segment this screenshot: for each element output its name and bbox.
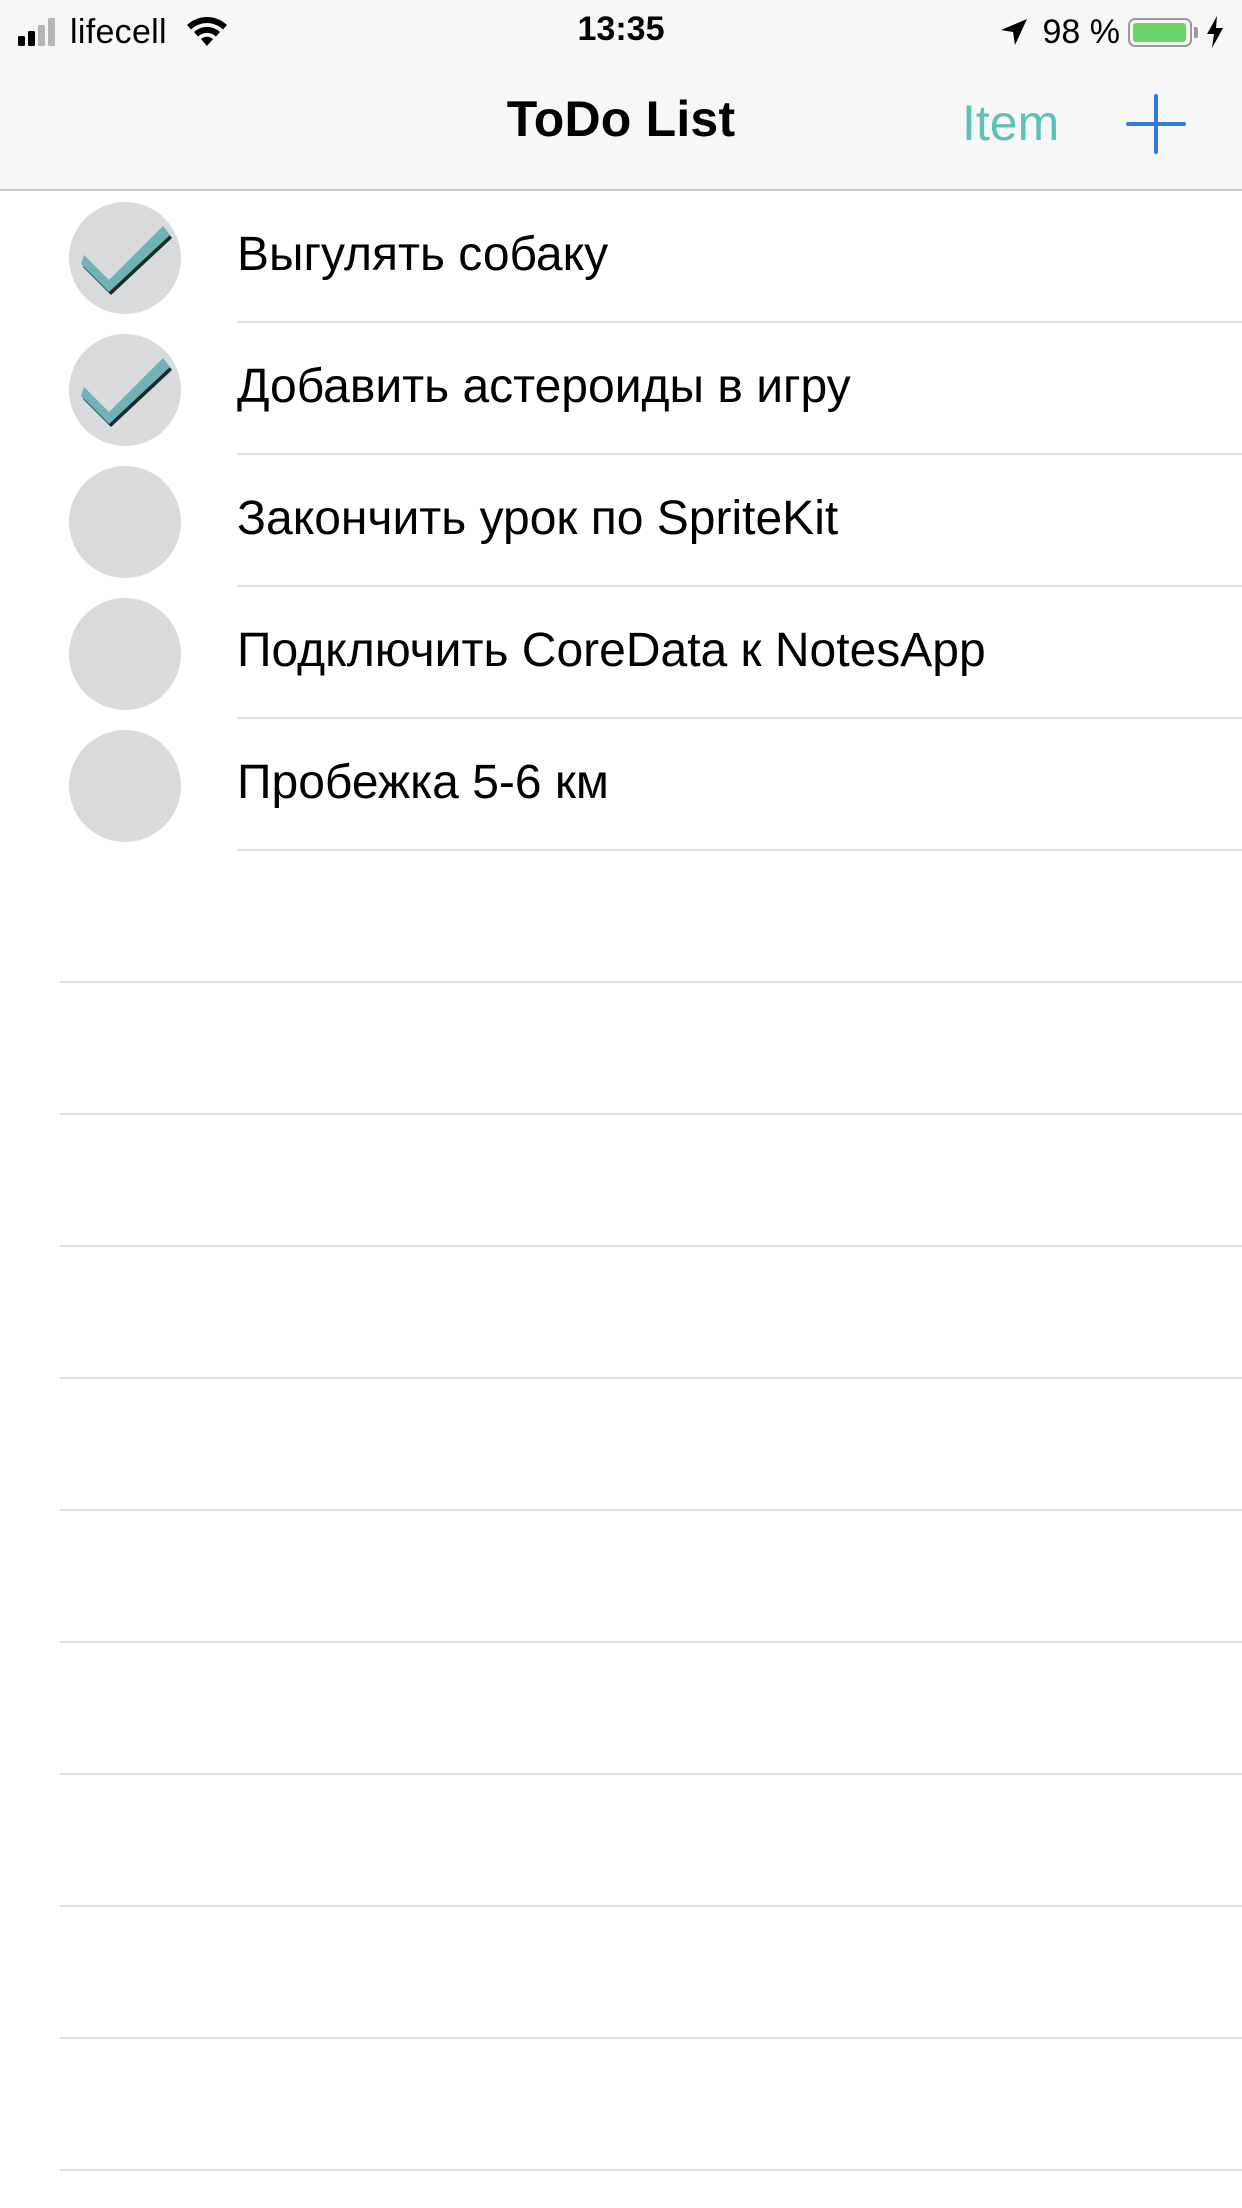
todo-label: Подключить CoreData к NotesApp [237, 624, 986, 677]
empty-row [0, 1247, 1242, 1379]
todo-row[interactable]: Пробежка 5-6 км [0, 719, 1242, 851]
todo-row[interactable]: Подключить CoreData к NotesApp [0, 587, 1242, 719]
battery-percent: 98 % [1042, 12, 1121, 51]
todo-label: Выгулять собаку [237, 228, 609, 281]
unchecked-circle[interactable] [69, 598, 181, 710]
todo-label: Закончить урок по SpriteKit [237, 492, 839, 545]
unchecked-circle[interactable] [69, 730, 181, 842]
todo-label: Добавить астероиды в игру [237, 360, 851, 413]
todo-list: Выгулять собаку Добавить астероиды в игру… [0, 191, 1242, 2171]
empty-row [0, 1775, 1242, 1907]
todo-row[interactable]: Выгулять собаку [0, 191, 1242, 323]
item-button[interactable]: Item [962, 94, 1059, 152]
charging-bolt-icon [1207, 16, 1223, 48]
empty-row [0, 1643, 1242, 1775]
battery-cap [1194, 26, 1198, 38]
status-right: 98 % [999, 12, 1225, 52]
empty-row [0, 1115, 1242, 1247]
empty-row [0, 1379, 1242, 1511]
unchecked-circle[interactable] [69, 466, 181, 578]
navigation-bar: ToDo List Item [0, 62, 1242, 191]
battery-fill [1133, 22, 1186, 42]
checkmark-icon [81, 226, 172, 295]
todo-row[interactable]: Закончить урок по SpriteKit [0, 455, 1242, 587]
checked-circle[interactable] [69, 202, 181, 314]
todo-row[interactable]: Добавить астероиды в игру [0, 323, 1242, 455]
checkmark-icon [81, 358, 172, 427]
plus-icon [1126, 94, 1186, 154]
empty-row [0, 1511, 1242, 1643]
battery-icon [1128, 17, 1192, 47]
empty-row [0, 2039, 1242, 2171]
empty-row [0, 851, 1242, 983]
location-arrow-icon [1000, 19, 1027, 45]
row-separator [60, 2169, 1242, 2171]
todo-label: Пробежка 5-6 км [237, 756, 609, 809]
status-bar: lifecell 13:35 98 % [0, 0, 1242, 62]
empty-row [0, 983, 1242, 1115]
empty-row [0, 1907, 1242, 2039]
checked-circle[interactable] [69, 334, 181, 446]
add-item-button[interactable] [1124, 92, 1188, 156]
